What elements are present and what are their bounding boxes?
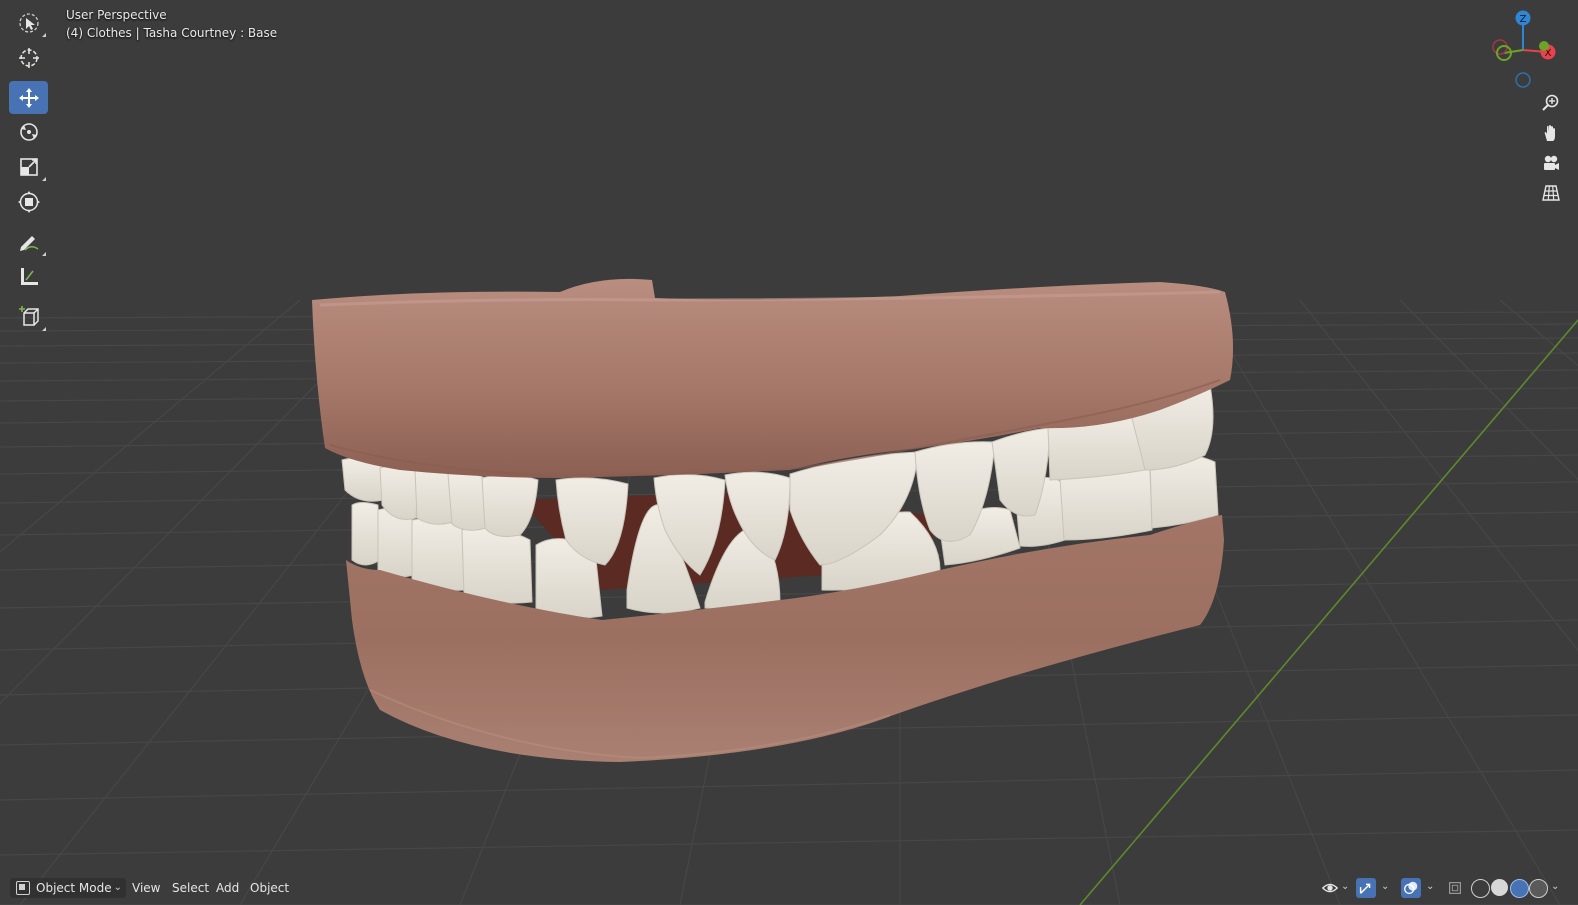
chevron-down-icon[interactable]: ⌄ bbox=[1341, 881, 1349, 892]
navigation-gizmo[interactable]: X Z bbox=[1482, 4, 1572, 94]
chevron-down-icon[interactable]: ⌄ bbox=[1381, 881, 1389, 892]
menu-select[interactable]: Select bbox=[166, 878, 215, 898]
hand-pan-icon bbox=[1544, 125, 1555, 141]
scale-icon bbox=[19, 157, 38, 176]
wireframe-shading-icon[interactable] bbox=[1471, 879, 1490, 898]
active-object-info: (4) Clothes | Tasha Courtney : Base bbox=[66, 26, 278, 40]
pencil-annotate-icon bbox=[19, 235, 38, 251]
ortho-toggle-button[interactable] bbox=[1537, 179, 1565, 207]
chevron-down-icon: ⌄ bbox=[113, 882, 122, 893]
menu-add[interactable]: Add bbox=[210, 878, 245, 898]
scene-render bbox=[0, 278, 1578, 905]
object-mode-icon bbox=[16, 881, 30, 895]
material-preview-icon[interactable] bbox=[1510, 879, 1529, 898]
mode-selector[interactable]: Object Mode ⌄ bbox=[10, 878, 126, 898]
eye-icon bbox=[1321, 883, 1339, 893]
camera-icon bbox=[1544, 155, 1559, 170]
gizmo-neg-z bbox=[1515, 72, 1531, 88]
zoom-icon bbox=[1542, 94, 1559, 111]
overlay-circles-icon bbox=[1404, 881, 1418, 895]
gizmo-toggle[interactable] bbox=[1356, 878, 1376, 898]
menu-view[interactable]: View bbox=[126, 878, 166, 898]
rendered-shading-icon[interactable] bbox=[1529, 879, 1548, 898]
transform-icon bbox=[17, 190, 40, 213]
measure-tool[interactable] bbox=[9, 260, 48, 293]
solid-shading-icon[interactable] bbox=[1491, 879, 1508, 896]
cursor-tool[interactable] bbox=[9, 41, 48, 74]
gizmo-arrows-icon bbox=[1359, 883, 1371, 894]
add-cube-tool[interactable] bbox=[9, 300, 48, 333]
xray-icon bbox=[1449, 882, 1461, 894]
chevron-down-icon[interactable]: ⌄ bbox=[1551, 881, 1559, 892]
rotate-tool[interactable] bbox=[9, 115, 48, 148]
camera-view-button[interactable] bbox=[1537, 149, 1565, 177]
move-tool[interactable] bbox=[9, 81, 48, 114]
move-arrows-icon bbox=[18, 87, 39, 108]
pan-button[interactable] bbox=[1537, 119, 1565, 147]
crosshair-cursor-icon bbox=[18, 47, 39, 68]
transform-tool[interactable] bbox=[9, 185, 48, 218]
viewport-title: User Perspective bbox=[66, 8, 167, 22]
rotate-icon bbox=[19, 122, 38, 141]
mode-label: Object Mode bbox=[36, 881, 112, 895]
grid-ortho-icon bbox=[1542, 185, 1560, 201]
3d-viewport[interactable]: User Perspective (4) Clothes | Tasha Cou… bbox=[0, 0, 1578, 905]
select-box-tool[interactable] bbox=[9, 6, 48, 39]
overlay-toggle[interactable] bbox=[1401, 878, 1421, 898]
add-cube-icon bbox=[18, 305, 39, 326]
cursor-select-icon bbox=[18, 12, 39, 33]
zoom-button[interactable] bbox=[1537, 89, 1565, 117]
ruler-measure-icon bbox=[20, 267, 38, 285]
scale-tool[interactable] bbox=[9, 150, 48, 183]
menu-object[interactable]: Object bbox=[244, 878, 295, 898]
annotate-tool[interactable] bbox=[9, 225, 48, 258]
visibility-toggle[interactable] bbox=[1320, 878, 1340, 898]
xray-toggle[interactable] bbox=[1446, 878, 1464, 898]
chevron-down-icon[interactable]: ⌄ bbox=[1426, 881, 1434, 892]
gizmo-z-label: Z bbox=[1520, 14, 1527, 25]
